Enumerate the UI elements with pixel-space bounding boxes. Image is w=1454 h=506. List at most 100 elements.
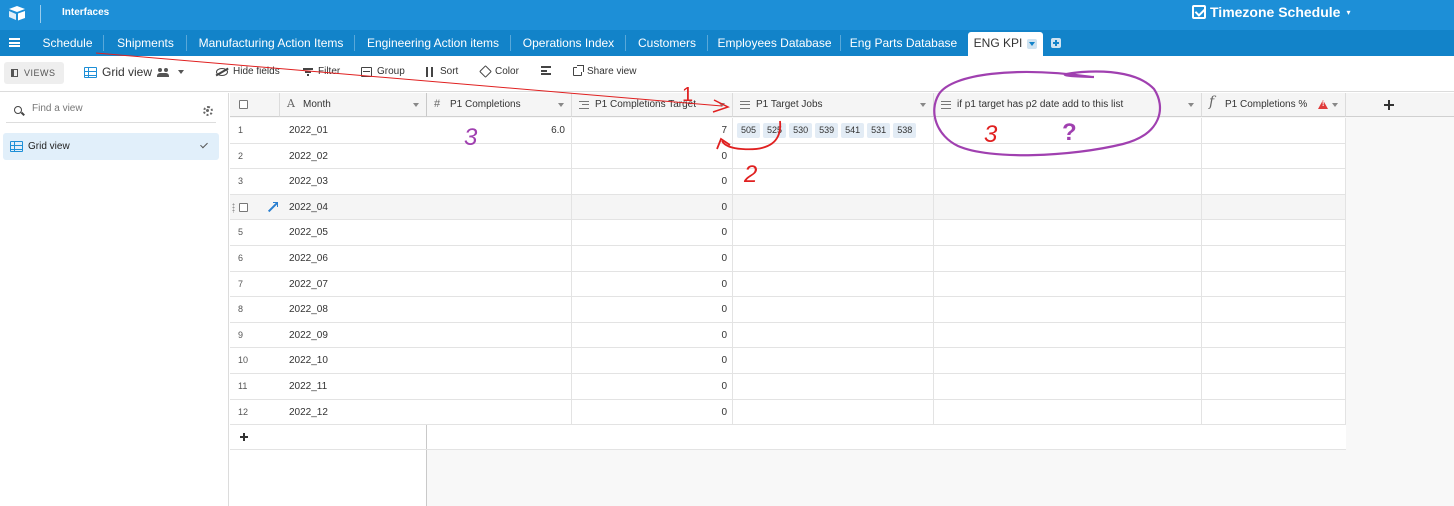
cell-p1-completions-target[interactable]: 0 (572, 374, 727, 399)
cell-p1-target-jobs[interactable] (737, 220, 932, 245)
tab-customers[interactable]: Customers (626, 30, 708, 56)
add-row-strip[interactable] (427, 425, 1346, 451)
cell-p1-target-jobs[interactable] (737, 400, 932, 425)
table-row[interactable]: 2 2022_02 (230, 143, 427, 170)
table-row[interactable]: 8 2022_08 (230, 297, 427, 323)
share-view-button[interactable]: Share view (573, 65, 636, 77)
cell-month[interactable]: 2022_06 (289, 246, 328, 271)
row-height-button[interactable] (541, 66, 551, 75)
linked-record-chip[interactable]: 539 (815, 122, 839, 138)
filter-button[interactable]: Filter (303, 66, 340, 77)
cell-p1-completions-target[interactable]: 7 (572, 118, 727, 143)
tab-shipments[interactable]: Shipments (104, 30, 187, 56)
drag-handle-icon[interactable] (232, 202, 235, 213)
table-row[interactable]: 10 2022_10 (230, 348, 427, 374)
cell-p2-date-list[interactable] (934, 195, 1202, 220)
tab-eng-parts-database[interactable]: Eng Parts Database (841, 30, 966, 56)
expand-record-icon[interactable] (268, 201, 278, 212)
cell-month[interactable]: 2022_07 (289, 272, 328, 297)
cell-p1-completions[interactable] (427, 169, 565, 194)
cell-p1-target-jobs[interactable] (737, 297, 932, 322)
column-header-month[interactable]: Month (280, 93, 427, 117)
cell-p1-completions[interactable] (427, 323, 565, 348)
cell-p1-completions-percent[interactable] (1202, 323, 1346, 348)
cell-p2-date-list[interactable] (934, 297, 1202, 322)
cell-p1-completions[interactable] (427, 220, 565, 245)
table-row[interactable]: 11 2022_11 (230, 374, 427, 400)
cell-p2-date-list[interactable] (934, 118, 1202, 143)
cell-p1-completions-percent[interactable] (1202, 348, 1346, 373)
cell-p1-completions-target[interactable]: 0 (572, 297, 727, 322)
cell-p1-completions[interactable] (427, 272, 565, 297)
linked-record-chip[interactable]: 525 (763, 122, 787, 138)
cell-p1-completions[interactable] (427, 195, 565, 220)
cell-p1-target-jobs[interactable] (737, 374, 932, 399)
sort-button[interactable]: Sort (425, 66, 458, 77)
hide-fields-button[interactable]: Hide fields (216, 66, 280, 77)
interfaces-link[interactable]: Interfaces (62, 7, 109, 18)
table-row[interactable]: 3 2022_03 (230, 169, 427, 195)
add-row-button[interactable] (230, 425, 427, 451)
linked-record-chip[interactable]: 538 (893, 122, 917, 138)
table-row[interactable]: 7 2022_07 (230, 271, 427, 298)
cell-p2-date-list[interactable] (934, 144, 1202, 169)
cell-p2-date-list[interactable] (934, 374, 1202, 399)
cell-p1-target-jobs[interactable] (737, 144, 932, 169)
table-row[interactable]: 5 2022_05 (230, 220, 427, 246)
table-row[interactable]: 9 2022_09 (230, 322, 427, 349)
cell-p1-completions-percent[interactable] (1202, 272, 1346, 297)
cell-p1-completions-percent[interactable] (1202, 400, 1346, 425)
cell-p1-completions-target[interactable]: 0 (572, 272, 727, 297)
table-row[interactable]: 12 2022_12 (230, 399, 427, 426)
tab-employees-database[interactable]: Employees Database (708, 30, 841, 56)
column-header-p1-completions-percent[interactable]: P1 Completions % (1202, 93, 1346, 117)
tab-eng-kpi[interactable]: ENG KPI (968, 32, 1043, 56)
cell-p1-completions-target[interactable]: 0 (572, 246, 727, 271)
view-switcher[interactable]: Grid view (84, 65, 185, 79)
add-field-button[interactable] (1346, 93, 1454, 117)
cell-p1-target-jobs[interactable] (737, 348, 932, 373)
cell-p1-completions-percent[interactable] (1202, 169, 1346, 194)
cell-p2-date-list[interactable] (934, 400, 1202, 425)
cell-p1-completions-target[interactable]: 0 (572, 348, 727, 373)
cell-month[interactable]: 2022_12 (289, 400, 328, 425)
cell-month[interactable]: 2022_05 (289, 220, 328, 245)
cell-month[interactable]: 2022_09 (289, 323, 328, 348)
cell-p1-completions-percent[interactable] (1202, 374, 1346, 399)
cell-month[interactable]: 2022_02 (289, 144, 328, 169)
cell-p1-target-jobs[interactable] (737, 272, 932, 297)
cell-p2-date-list[interactable] (934, 272, 1202, 297)
cell-p2-date-list[interactable] (934, 323, 1202, 348)
find-view-input[interactable] (32, 103, 182, 114)
select-all-checkbox[interactable] (239, 100, 248, 109)
cell-p1-completions-percent[interactable] (1202, 220, 1346, 245)
color-button[interactable]: Color (479, 65, 519, 78)
table-row[interactable]: 2022_04 (230, 194, 427, 221)
cell-p2-date-list[interactable] (934, 246, 1202, 271)
column-header-p2-date-list[interactable]: if p1 target has p2 date add to this lis… (934, 93, 1202, 117)
column-header-p1-target-jobs[interactable]: P1 Target Jobs (733, 93, 934, 117)
cell-p1-completions-target[interactable]: 0 (572, 400, 727, 425)
tab-manufacturing-action-items[interactable]: Manufacturing Action Items (187, 30, 355, 56)
chevron-down-icon[interactable] (558, 103, 564, 107)
chevron-down-icon[interactable] (920, 103, 926, 107)
cell-p1-target-jobs[interactable] (737, 323, 932, 348)
cell-p2-date-list[interactable] (934, 220, 1202, 245)
cell-p1-target-jobs[interactable] (737, 195, 932, 220)
cell-p1-target-jobs[interactable] (737, 246, 932, 271)
chevron-down-icon[interactable] (413, 103, 419, 107)
cell-p1-completions-target[interactable]: 0 (572, 323, 727, 348)
cell-p1-completions-target[interactable]: 0 (572, 220, 727, 245)
cell-p1-completions-percent[interactable] (1202, 297, 1346, 322)
cell-p1-completions[interactable] (427, 297, 565, 322)
tab-engineering-action-items[interactable]: Engineering Action items (355, 30, 511, 56)
tab-operations-index[interactable]: Operations Index (511, 30, 626, 56)
table-row[interactable]: 6 2022_06 (230, 246, 427, 272)
cell-p1-completions-target[interactable]: 0 (572, 144, 727, 169)
cell-p1-completions[interactable]: 6.0 (427, 118, 565, 143)
cell-month[interactable]: 2022_04 (289, 195, 328, 220)
cell-p2-date-list[interactable] (934, 348, 1202, 373)
views-toggle-button[interactable]: VIEWS (4, 62, 64, 84)
hamburger-menu-icon[interactable] (9, 38, 20, 47)
cell-month[interactable]: 2022_10 (289, 348, 328, 373)
